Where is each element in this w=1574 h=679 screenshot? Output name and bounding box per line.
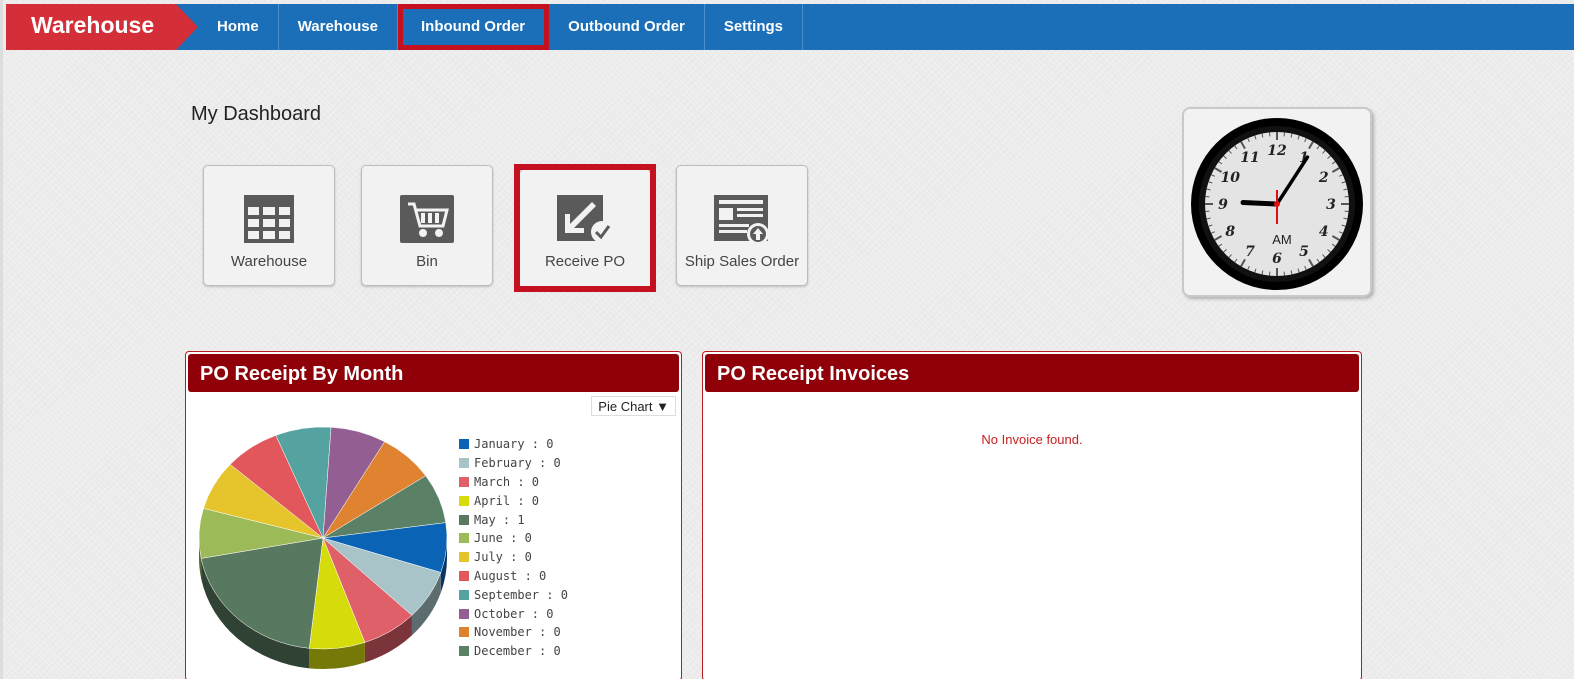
chart-type-value: Pie Chart bbox=[598, 399, 653, 414]
nav-home[interactable]: Home bbox=[198, 4, 279, 50]
legend-item-april: April : 0 bbox=[459, 491, 568, 510]
legend-item-september: September : 0 bbox=[459, 585, 568, 604]
legend-swatch bbox=[459, 608, 469, 619]
legend-label: November : 0 bbox=[474, 625, 561, 640]
legend-swatch bbox=[459, 570, 469, 581]
clock-numeral: 11 bbox=[1240, 150, 1259, 166]
legend-label: December : 0 bbox=[474, 644, 561, 659]
legend-label: September : 0 bbox=[474, 587, 568, 602]
brand-logo[interactable]: Warehouse bbox=[6, 4, 176, 50]
legend-item-december: December : 0 bbox=[459, 642, 568, 661]
no-invoice-message: No Invoice found. bbox=[981, 432, 1083, 447]
clock-numeral: 12 bbox=[1267, 143, 1287, 159]
chart-type-select[interactable]: Pie Chart ▼ bbox=[591, 396, 676, 416]
page-title: My Dashboard bbox=[191, 103, 322, 125]
ship-document-icon bbox=[713, 194, 771, 251]
nav-warehouse[interactable]: Warehouse bbox=[279, 4, 398, 50]
clock-numeral: 4 bbox=[1319, 224, 1329, 240]
legend-swatch bbox=[459, 514, 469, 525]
legend-label: May : 1 bbox=[474, 512, 525, 527]
tile-warehouse[interactable]: Warehouse bbox=[203, 165, 335, 286]
clock-period: AM bbox=[1272, 232, 1292, 247]
main-nav: Home Warehouse Inbound Order Outbound Or… bbox=[198, 4, 803, 50]
tile-ship-sales-order[interactable]: Ship Sales Order bbox=[676, 165, 808, 286]
legend-label: April : 0 bbox=[474, 493, 540, 508]
tile-bin-label: Bin bbox=[416, 253, 438, 270]
nav-settings[interactable]: Settings bbox=[705, 4, 803, 50]
legend-item-january: January : 0 bbox=[459, 435, 568, 454]
legend-swatch bbox=[459, 646, 469, 657]
legend-item-february: February : 0 bbox=[459, 454, 568, 473]
legend-swatch bbox=[459, 476, 469, 487]
legend-item-november: November : 0 bbox=[459, 623, 568, 642]
tile-warehouse-label: Warehouse bbox=[230, 253, 308, 270]
legend-item-march: March : 0 bbox=[459, 473, 568, 492]
legend-item-june: June : 0 bbox=[459, 529, 568, 548]
nav-inbound-order[interactable]: Inbound Order bbox=[397, 4, 550, 50]
legend-label: February : 0 bbox=[474, 456, 561, 471]
nav-outbound-order[interactable]: Outbound Order bbox=[549, 4, 705, 50]
clock-numeral: 6 bbox=[1272, 251, 1282, 267]
clock-numeral: 7 bbox=[1245, 244, 1255, 260]
legend-swatch bbox=[459, 552, 469, 563]
panel-title-invoices: PO Receipt Invoices bbox=[705, 354, 1359, 392]
clock-numeral: 9 bbox=[1218, 197, 1228, 213]
tile-receive-po-highlight bbox=[514, 164, 656, 292]
legend-item-august: August : 0 bbox=[459, 567, 568, 586]
legend-swatch bbox=[459, 627, 469, 638]
tile-bin[interactable]: Bin bbox=[361, 165, 493, 286]
legend-label: January : 0 bbox=[474, 437, 554, 452]
clock-numeral: 5 bbox=[1299, 244, 1309, 260]
pie-legend: January : 0 February : 0 March : 0 April : … bbox=[459, 435, 568, 661]
clock-numeral: 10 bbox=[1220, 170, 1240, 186]
clock-hour-hand bbox=[1240, 200, 1280, 207]
chevron-down-icon: ▼ bbox=[656, 399, 669, 414]
legend-swatch bbox=[459, 589, 469, 600]
clock-numeral: 3 bbox=[1326, 197, 1336, 213]
legend-swatch bbox=[459, 439, 469, 450]
top-navbar: Warehouse Home Warehouse Inbound Order O… bbox=[6, 4, 1574, 50]
cart-icon bbox=[399, 194, 455, 249]
legend-swatch bbox=[459, 458, 469, 469]
legend-item-may: May : 1 bbox=[459, 510, 568, 529]
panel-title-receipts: PO Receipt By Month bbox=[188, 354, 679, 392]
legend-item-october: October : 0 bbox=[459, 604, 568, 623]
legend-swatch bbox=[459, 495, 469, 506]
legend-label: October : 0 bbox=[474, 606, 554, 621]
clock-numeral: 2 bbox=[1318, 170, 1329, 186]
tile-ship-sales-order-label: Ship Sales Order bbox=[684, 253, 800, 270]
analog-clock: 1 2 3 4 5 6 7 8 9 10 11 12 AM bbox=[1182, 107, 1372, 297]
clock-face: 1234567891011 12 AM bbox=[1191, 118, 1363, 290]
legend-item-july: July : 0 bbox=[459, 548, 568, 567]
legend-label: March : 0 bbox=[474, 474, 540, 489]
legend-label: June : 0 bbox=[474, 531, 532, 546]
clock-numeral: 8 bbox=[1225, 224, 1235, 240]
grid-icon bbox=[243, 194, 295, 249]
legend-label: August : 0 bbox=[474, 568, 547, 583]
pie-chart bbox=[198, 426, 448, 669]
brand-arrow bbox=[176, 4, 198, 50]
legend-swatch bbox=[459, 533, 469, 544]
panel-po-receipt-by-month: PO Receipt By Month Pie Chart ▼ January … bbox=[185, 351, 682, 679]
panel-po-receipt-invoices: PO Receipt Invoices No Invoice found. bbox=[702, 351, 1362, 679]
legend-label: July : 0 bbox=[474, 550, 532, 565]
